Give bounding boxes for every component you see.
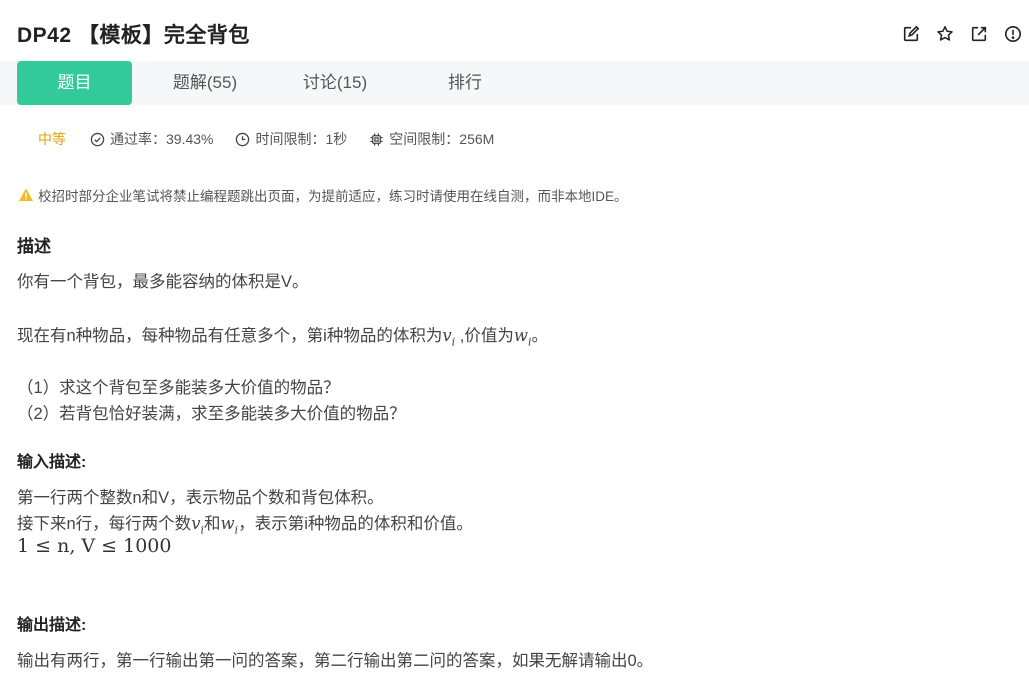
chip-icon (370, 132, 383, 146)
tab-ranking[interactable]: 排行 (405, 61, 525, 105)
pass-rate: 通过率：39.43% (90, 129, 213, 149)
problem-tabs: 题目 题解(55) 讨论(15) 排行 (0, 61, 1029, 105)
check-circle-icon (90, 132, 105, 146)
time-limit: 时间限制：1秒 (235, 129, 347, 149)
math-w-i: wi (513, 326, 532, 348)
math-w: w (220, 514, 235, 533)
input-line-2-prefix: 接下来n行，每行两个数 (17, 515, 192, 533)
tab-solutions[interactable]: 题解(55) (145, 61, 265, 105)
tab-discussion[interactable]: 讨论(15) (275, 61, 395, 105)
edit-icon[interactable] (901, 24, 921, 44)
question-1: （1）求这个背包至多能装多大价值的物品？ (17, 379, 340, 397)
input-line-1: 第一行两个整数n和V，表示物品个数和背包体积。 (17, 489, 384, 507)
input-line-2-mid: 和 (204, 515, 221, 533)
description-line-2-suffix: 。 (531, 327, 549, 345)
input-line-2-suffix: ，表示第i种物品的体积和价值。 (238, 515, 473, 533)
warning-text: 校招时部分企业笔试将禁止编程题跳出页面，为提前适应，练习时请使用在线自测，而非本… (38, 189, 628, 204)
math-v-i: vi (442, 326, 455, 348)
time-limit-text: 时间限制：1秒 (255, 131, 348, 147)
exam-warning: 校招时部分企业笔试将禁止编程题跳出页面，为提前适应，练习时请使用在线自测，而非本… (18, 185, 628, 205)
description-line-2-prefix: 现在有n种物品，每种物品有任意多个，第i种物品的体积为 (17, 327, 443, 345)
input-title: 输入描述: (17, 454, 87, 471)
star-icon[interactable] (935, 24, 955, 44)
output-title: 输出描述: (17, 617, 87, 634)
description-line-2: 现在有n种物品，每种物品有任意多个，第i种物品的体积为vi ,价值为wi。 (17, 322, 548, 348)
math-w: w (513, 326, 528, 345)
math-v: v (191, 514, 201, 533)
description-line-2-mid: ,价值为 (455, 327, 514, 345)
question-2: （2）若背包恰好装满，求至多能装多大价值的物品？ (17, 405, 406, 423)
input-line-2: 接下来n行，每行两个数vi和wi，表示第i种物品的体积和价值。 (17, 510, 473, 536)
math-w-i: wi (220, 514, 239, 536)
problem-header: DP42 【模板】完全背包 (17, 18, 1029, 50)
description-line-1: 你有一个背包，最多能容纳的体积是V。 (17, 273, 309, 291)
info-icon[interactable] (1003, 24, 1023, 44)
output-line-1: 输出有两行，第一行输出第一问的答案，第二行输出第二问的答案，如果无解请输出0。 (17, 652, 654, 670)
tab-problem[interactable]: 题目 (17, 61, 132, 105)
difficulty-badge: 中等 (38, 131, 66, 147)
space-limit-text: 空间限制：256M (389, 131, 495, 147)
clock-icon (236, 132, 250, 146)
input-constraint: 1 ≤ n, V ≤ 1000 (17, 535, 172, 557)
warning-icon (19, 188, 33, 201)
page-title: DP42 【模板】完全背包 (17, 24, 250, 47)
problem-meta: 中等 通过率：39.43% 时间限制：1秒 空间限制：256M (38, 129, 516, 149)
header-actions (901, 24, 1023, 44)
math-v: v (442, 326, 452, 345)
space-limit: 空间限制：256M (369, 129, 494, 149)
math-v-i: vi (191, 514, 204, 536)
description-title: 描述 (17, 237, 51, 256)
external-link-icon[interactable] (969, 24, 989, 44)
pass-rate-text: 通过率：39.43% (110, 131, 214, 147)
